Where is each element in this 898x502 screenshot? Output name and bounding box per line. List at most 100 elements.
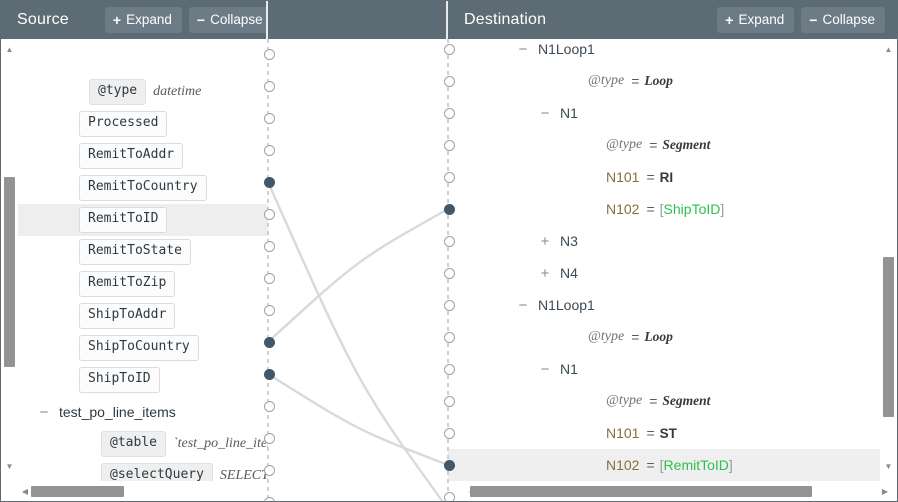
source-collapse-button[interactable]: − Collapse [188, 7, 273, 33]
mapping-link[interactable] [266, 181, 448, 502]
mapping-link[interactable] [267, 207, 449, 343]
destination-node-label[interactable]: N102 [606, 201, 639, 217]
source-node-label[interactable]: RemitToZip [79, 271, 176, 297]
source-horizontal-scrollbar[interactable]: ◀ [1, 481, 268, 501]
collapse-icon[interactable]: − [538, 362, 552, 377]
source-expand-button[interactable]: + Expand [104, 7, 182, 33]
header-divider-right [446, 1, 448, 39]
source-node-label[interactable]: @table [101, 431, 166, 457]
triangle-right-icon[interactable]: ▶ [877, 481, 893, 501]
source-node-label[interactable]: RemitToState [79, 239, 191, 265]
destination-collapse-label: Collapse [822, 12, 875, 27]
destination-tree-row[interactable]: − N1Loop1 [448, 289, 880, 321]
destination-tree-row[interactable]: − N1Loop1 [448, 39, 880, 65]
source-tree-row[interactable]: −ShipToCountry [18, 332, 268, 364]
expand-icon[interactable]: + [538, 266, 552, 281]
source-tree-row[interactable]: −@typedatetime [18, 76, 268, 108]
collapse-icon[interactable]: − [516, 298, 530, 313]
destination-node-value: RI [659, 169, 674, 185]
destination-node-label[interactable]: N1Loop1 [538, 297, 595, 313]
destination-vscroll-thumb[interactable] [883, 257, 894, 417]
source-tree-row[interactable]: −RemitToState [18, 236, 268, 268]
source-vertical-scrollbar[interactable]: ▲ ▼ [1, 39, 18, 501]
triangle-up-icon[interactable]: ▲ [880, 41, 897, 58]
destination-node-label[interactable]: N101 [606, 425, 639, 441]
source-node-label[interactable]: ShipToID [79, 367, 160, 393]
source-tree[interactable]: −@typedatetime−Processed−RemitToAddr−Rem… [18, 39, 268, 501]
destination-tree-row[interactable]: −@type=Loop [448, 321, 880, 353]
destination-horizontal-scrollbar[interactable]: ◀ ▶ [448, 481, 897, 501]
destination-node-label[interactable]: N1 [560, 105, 578, 121]
source-tree-row[interactable]: −ShipToID [18, 364, 268, 396]
source-tree-row[interactable]: −ShipToAddr [18, 300, 268, 332]
source-node-label[interactable]: RemitToID [79, 207, 168, 233]
source-hscroll-thumb[interactable] [31, 486, 124, 497]
destination-tree-row[interactable]: −@type=Segment [448, 385, 880, 417]
source-tree-row[interactable]: − test_po_line_items [18, 396, 268, 428]
destination-collapse-button[interactable]: − Collapse [801, 7, 885, 33]
source-tree-row[interactable]: −@table`test_po_line_items` [18, 428, 268, 460]
destination-tree-row[interactable]: −N102=[ShipToID] [448, 193, 880, 225]
source-node-value: `test_po_line_items` [172, 436, 268, 451]
source-node-label[interactable]: ShipToCountry [79, 335, 199, 361]
source-node-label[interactable]: @type [89, 79, 147, 105]
destination-tree-row[interactable]: −N101=RI [448, 161, 880, 193]
destination-expand-button[interactable]: + Expand [717, 7, 795, 33]
mapping-link[interactable] [267, 372, 449, 467]
source-node-label[interactable]: ShipToAddr [79, 303, 176, 329]
collapse-icon[interactable]: − [37, 405, 51, 420]
source-tree-row[interactable]: −Processed [18, 108, 268, 140]
destination-node-label[interactable]: N1Loop1 [538, 41, 595, 57]
destination-node-label[interactable]: N1 [560, 361, 578, 377]
source-tree-row[interactable]: −RemitToID [18, 204, 268, 236]
destination-node-reference: [RemitToID] [659, 457, 733, 473]
destination-node-label[interactable]: N101 [606, 169, 639, 185]
destination-tree-row[interactable]: + N4 [448, 257, 880, 289]
destination-tree-row[interactable]: − N1 [448, 97, 880, 129]
destination-hscroll-thumb[interactable] [470, 486, 812, 497]
destination-node-label[interactable]: N102 [606, 457, 639, 473]
destination-node-label[interactable]: @type [588, 73, 624, 89]
source-node-label[interactable]: RemitToCountry [79, 175, 207, 201]
equals-sign: = [649, 393, 658, 409]
destination-header-buttons: + Expand − Collapse [717, 7, 885, 33]
destination-tree-row[interactable]: − N1 [448, 353, 880, 385]
collapse-icon[interactable]: − [516, 42, 530, 57]
destination-tree[interactable]: −N1Loop1−@type=Loop−N1−@type=Segment−N10… [448, 39, 880, 501]
source-node-label[interactable]: Processed [79, 111, 168, 137]
collapse-icon[interactable]: − [538, 106, 552, 121]
destination-node-label[interactable]: @type [606, 137, 642, 153]
minus-icon: − [809, 11, 818, 28]
triangle-down-icon[interactable]: ▼ [1, 458, 18, 475]
equals-sign: = [646, 201, 655, 217]
source-tree-row[interactable]: −RemitToCountry [18, 172, 268, 204]
destination-tree-row[interactable]: −@type=Segment [448, 129, 880, 161]
source-panel: −@typedatetime−Processed−RemitToAddr−Rem… [1, 39, 268, 501]
destination-tree-row[interactable]: + N3 [448, 225, 880, 257]
destination-tree-row[interactable]: −N102=[RemitToID] [448, 449, 880, 481]
destination-tree-row[interactable]: −N101=ST [448, 417, 880, 449]
source-title: Source [17, 11, 69, 28]
destination-node-value: Segment [662, 137, 711, 152]
destination-node-reference: [ShipToID] [659, 201, 725, 217]
triangle-up-icon[interactable]: ▲ [1, 41, 18, 58]
equals-sign: = [631, 329, 640, 345]
destination-node-label[interactable]: N3 [560, 233, 578, 249]
destination-node-label[interactable]: @type [588, 329, 624, 345]
destination-node-label[interactable]: N4 [560, 265, 578, 281]
plus-icon: + [112, 11, 122, 28]
source-tree-row[interactable]: −RemitToZip [18, 268, 268, 300]
middle-header [268, 1, 448, 39]
destination-node-label[interactable]: @type [606, 393, 642, 409]
destination-vertical-scrollbar[interactable]: ▲ ▼ [880, 39, 897, 501]
destination-tree-row[interactable]: −@type=Loop [448, 65, 880, 97]
triangle-down-icon[interactable]: ▼ [880, 458, 897, 475]
destination-node-value: Loop [644, 73, 673, 88]
source-node-label[interactable]: test_po_line_items [59, 404, 176, 420]
source-expand-label: Expand [126, 12, 172, 27]
source-vscroll-thumb[interactable] [4, 177, 15, 367]
source-node-label[interactable]: RemitToAddr [79, 143, 184, 169]
plus-icon: + [725, 11, 734, 28]
source-tree-row[interactable]: −RemitToAddr [18, 140, 268, 172]
expand-icon[interactable]: + [538, 234, 552, 249]
